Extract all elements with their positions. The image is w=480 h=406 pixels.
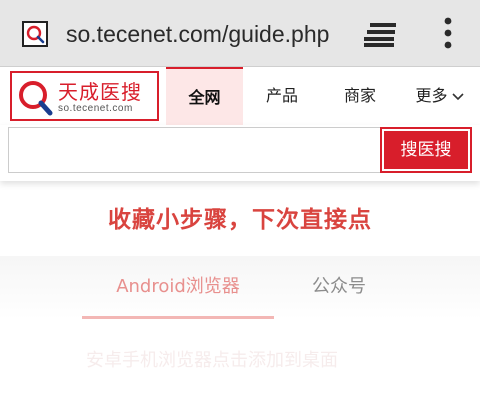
nav-tab-label: 更多: [415, 86, 448, 105]
tabs-icon[interactable]: [364, 22, 398, 48]
search-logo-icon: [17, 79, 53, 121]
nav-tab-label: 全网: [188, 88, 221, 107]
search-input[interactable]: [8, 127, 380, 173]
browser-toolbar: so.tecenet.com/guide.php: [0, 0, 480, 67]
site-logo[interactable]: 天成医搜 so.tecenet.com: [10, 71, 159, 121]
active-tab-indicator: [82, 316, 274, 319]
tab-android-browser[interactable]: Android浏览器: [82, 256, 274, 318]
guide-instruction-text: 安卓手机浏览器点击添加到桌面: [86, 350, 338, 371]
nav-tab-label: 商家: [343, 86, 376, 105]
address-bar-url[interactable]: so.tecenet.com/guide.php: [66, 16, 342, 52]
nav-tab-all[interactable]: 全网: [166, 67, 243, 125]
chevron-down-icon: [451, 68, 465, 126]
tab-label: Android浏览器: [116, 276, 240, 297]
search-bar: 搜医搜: [0, 125, 480, 181]
nav-tab-more[interactable]: 更多: [403, 67, 477, 125]
tab-label: 公众号: [312, 276, 366, 297]
bookmark-tip-heading: 收藏小步骤，下次直接点: [108, 207, 372, 233]
vertical-dots-icon[interactable]: [438, 16, 458, 50]
logo-name: 天成医搜: [58, 80, 142, 104]
site-header: 天成医搜 so.tecenet.com 全网 产品 商家 更多: [0, 67, 480, 125]
logo-domain: so.tecenet.com: [58, 103, 133, 114]
site-favicon-icon: [22, 21, 48, 47]
nav-tab-merchants[interactable]: 商家: [321, 67, 399, 125]
nav-tab-products[interactable]: 产品: [243, 67, 321, 125]
nav-tab-label: 产品: [265, 86, 298, 105]
tab-wechat-account[interactable]: 公众号: [274, 256, 404, 318]
search-button-label: 搜医搜: [384, 131, 468, 169]
guide-tabs: Android浏览器 公众号: [0, 256, 480, 320]
search-button[interactable]: 搜医搜: [380, 127, 472, 173]
